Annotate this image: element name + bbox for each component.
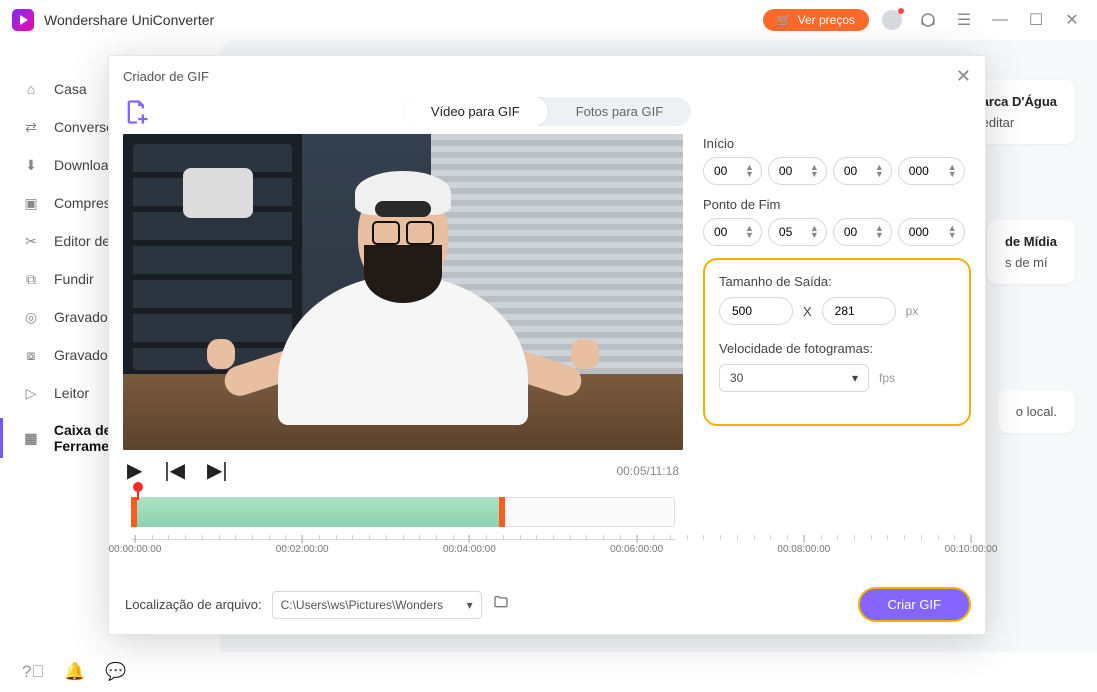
gif-creator-modal: Criador de GIF ✕ Vídeo para GIF Fotos pa… bbox=[108, 55, 986, 635]
start-hours-input[interactable]: ▲▼ bbox=[703, 157, 762, 185]
file-location-value: C:\Users\ws\Pictures\Wonders bbox=[281, 598, 444, 612]
window-minimize[interactable]: — bbox=[987, 7, 1013, 33]
app-logo bbox=[12, 9, 34, 31]
ruler-tick: 00:08:00:00 bbox=[777, 535, 830, 555]
bg-card: de Mídia s de mí bbox=[987, 220, 1075, 284]
view-prices-button[interactable]: 🛒 Ver preços bbox=[763, 9, 869, 31]
px-unit-label: px bbox=[906, 304, 919, 318]
modal-close-button[interactable]: ✕ bbox=[956, 66, 971, 87]
chevron-down-icon: ▾ bbox=[852, 371, 858, 385]
sidebar-item-label: Casa bbox=[54, 81, 87, 97]
help-icon[interactable]: ?⃝ bbox=[22, 662, 44, 682]
ruler-tick: 00:00:00:00 bbox=[109, 535, 162, 555]
bell-icon[interactable]: 🔔 bbox=[64, 662, 85, 682]
playback-time: 00:05/11:18 bbox=[616, 464, 679, 478]
ruler-tick: 00:06:00:00 bbox=[610, 535, 663, 555]
start-seconds-input[interactable]: ▲▼ bbox=[833, 157, 892, 185]
sidebar-item-label: Download bbox=[54, 157, 116, 173]
start-ms-input[interactable]: ▲▼ bbox=[898, 157, 965, 185]
bg-card: o local. bbox=[998, 390, 1075, 433]
output-height-input[interactable] bbox=[822, 297, 896, 325]
account-icon[interactable] bbox=[879, 7, 905, 33]
player-icon: ▷ bbox=[22, 384, 40, 402]
prev-frame-button[interactable]: |◀ bbox=[164, 458, 185, 483]
view-prices-label: Ver preços bbox=[798, 13, 855, 27]
compress-icon: ▣ bbox=[22, 194, 40, 212]
fps-label: Velocidade de fotogramas: bbox=[719, 341, 955, 356]
toolbox-icon: ▦ bbox=[22, 429, 40, 447]
menu-icon[interactable]: ☰ bbox=[951, 7, 977, 33]
bg-card-sub: o local. bbox=[1016, 404, 1057, 419]
modal-title: Criador de GIF bbox=[123, 69, 209, 84]
fps-select[interactable]: 30 ▾ bbox=[719, 364, 869, 392]
end-hours-input[interactable]: ▲▼ bbox=[703, 218, 762, 246]
record-icon: ⧇ bbox=[22, 346, 40, 364]
time-ruler: 00:00:00:0000:02:00:0000:04:00:0000:06:0… bbox=[123, 535, 683, 563]
end-ms-input[interactable]: ▲▼ bbox=[898, 218, 965, 246]
scissors-icon: ✂ bbox=[22, 232, 40, 250]
next-frame-button[interactable]: ▶| bbox=[207, 458, 228, 483]
window-close[interactable]: ✕ bbox=[1059, 7, 1085, 33]
fps-unit-label: fps bbox=[879, 371, 895, 385]
download-icon: ⬇ bbox=[22, 156, 40, 174]
timeline[interactable] bbox=[123, 491, 683, 535]
output-width-input[interactable] bbox=[719, 297, 793, 325]
open-folder-button[interactable] bbox=[492, 594, 510, 615]
create-gif-button[interactable]: Criar GIF bbox=[860, 589, 969, 620]
video-preview[interactable] bbox=[123, 134, 683, 450]
file-location-label: Localização de arquivo: bbox=[125, 597, 262, 612]
tab-photos-to-gif[interactable]: Fotos para GIF bbox=[548, 97, 691, 126]
cart-icon: 🛒 bbox=[777, 13, 792, 27]
size-separator: X bbox=[803, 304, 812, 319]
start-minutes-input[interactable]: ▲▼ bbox=[768, 157, 827, 185]
window-maximize[interactable]: ☐ bbox=[1023, 7, 1049, 33]
tab-video-to-gif[interactable]: Vídeo para GIF bbox=[403, 97, 548, 126]
end-seconds-input[interactable]: ▲▼ bbox=[833, 218, 892, 246]
titlebar: Wondershare UniConverter 🛒 Ver preços ☰ … bbox=[0, 0, 1097, 40]
play-button[interactable]: ▶ bbox=[127, 458, 142, 483]
support-icon[interactable] bbox=[915, 7, 941, 33]
sidebar-item-label: Leitor bbox=[54, 385, 89, 401]
home-icon: ⌂ bbox=[22, 80, 40, 98]
disc-icon: ◎ bbox=[22, 308, 40, 326]
merge-icon: ⧉ bbox=[22, 270, 40, 288]
ruler-tick: 00:04:00:00 bbox=[443, 535, 496, 555]
add-file-icon[interactable] bbox=[123, 98, 151, 126]
bg-card-sub: s de mí bbox=[1005, 255, 1057, 270]
convert-icon: ⇄ bbox=[22, 118, 40, 136]
fps-value: 30 bbox=[730, 371, 743, 385]
file-location-select[interactable]: C:\Users\ws\Pictures\Wonders ▾ bbox=[272, 591, 482, 619]
end-label: Ponto de Fim bbox=[703, 197, 971, 212]
sidebar-item-label: Fundir bbox=[54, 271, 94, 287]
timeline-playhead[interactable] bbox=[137, 488, 139, 500]
ruler-tick: 00:10:00:00 bbox=[945, 535, 998, 555]
start-label: Início bbox=[703, 136, 971, 151]
bg-card-title: de Mídia bbox=[1005, 234, 1057, 249]
ruler-tick: 00:02:00:00 bbox=[276, 535, 329, 555]
app-title: Wondershare UniConverter bbox=[44, 12, 214, 28]
mode-tabs: Vídeo para GIF Fotos para GIF bbox=[403, 97, 691, 126]
output-settings-box: Tamanho de Saída: X px Velocidade de fot… bbox=[703, 258, 971, 426]
feedback-icon[interactable]: 💬 bbox=[105, 662, 126, 682]
timeline-selection[interactable] bbox=[131, 497, 505, 527]
end-minutes-input[interactable]: ▲▼ bbox=[768, 218, 827, 246]
bottombar: ?⃝ 🔔 💬 bbox=[0, 652, 1097, 692]
chevron-down-icon: ▾ bbox=[467, 598, 473, 612]
output-size-label: Tamanho de Saída: bbox=[719, 274, 955, 289]
